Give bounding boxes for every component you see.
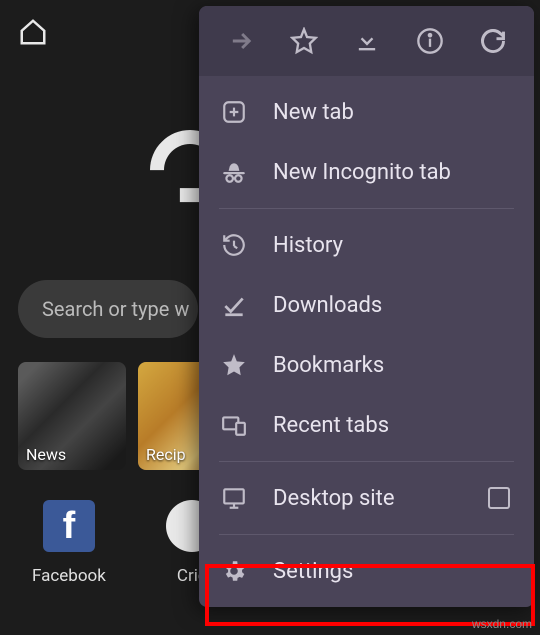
menu-item-recent-tabs[interactable]: Recent tabs — [199, 395, 534, 455]
plus-square-icon — [219, 97, 249, 127]
menu-toolbar — [199, 6, 534, 76]
menu-item-desktop-site[interactable]: Desktop site — [199, 468, 534, 528]
menu-item-label: New tab — [273, 100, 354, 125]
check-icon — [219, 290, 249, 320]
menu-item-new-tab[interactable]: New tab — [199, 82, 534, 142]
monitor-icon — [219, 483, 249, 513]
menu-item-bookmarks[interactable]: Bookmarks — [199, 335, 534, 395]
info-icon[interactable] — [414, 25, 446, 57]
star-icon[interactable] — [288, 25, 320, 57]
tile-label: Recip — [146, 445, 186, 464]
search-input[interactable]: Search or type w — [18, 280, 198, 338]
search-placeholder: Search or type w — [42, 297, 189, 321]
gear-icon — [219, 556, 249, 586]
tile-news[interactable]: News — [18, 362, 126, 470]
menu-divider — [219, 461, 514, 462]
menu-item-label: Bookmarks — [273, 353, 384, 378]
desktop-site-checkbox[interactable] — [488, 487, 510, 509]
menu-item-label: Downloads — [273, 293, 382, 318]
reload-icon[interactable] — [477, 25, 509, 57]
history-icon — [219, 230, 249, 260]
tile-label: News — [26, 445, 66, 464]
menu-item-label: History — [273, 233, 343, 258]
menu-item-label: Settings — [273, 559, 353, 584]
devices-icon — [219, 410, 249, 440]
menu-item-label: Desktop site — [273, 486, 395, 511]
forward-icon[interactable] — [225, 25, 257, 57]
shortcut-label: Facebook — [32, 566, 106, 586]
watermark: wsxdn.com — [472, 617, 532, 631]
home-icon[interactable] — [18, 17, 48, 51]
menu-body: New tab New Incognito tab History Downlo… — [199, 76, 534, 607]
download-icon[interactable] — [351, 25, 383, 57]
shortcut-facebook[interactable]: f Facebook — [32, 500, 106, 586]
menu-item-history[interactable]: History — [199, 215, 534, 275]
overflow-menu: New tab New Incognito tab History Downlo… — [199, 6, 534, 607]
menu-item-downloads[interactable]: Downloads — [199, 275, 534, 335]
shortcut-icons: f Facebook Cric — [32, 500, 218, 586]
facebook-icon: f — [43, 500, 95, 552]
menu-divider — [219, 208, 514, 209]
menu-item-new-incognito[interactable]: New Incognito tab — [199, 142, 534, 202]
star-filled-icon — [219, 350, 249, 380]
menu-divider — [219, 534, 514, 535]
menu-item-label: Recent tabs — [273, 413, 389, 438]
incognito-icon — [219, 157, 249, 187]
menu-item-label: New Incognito tab — [273, 160, 451, 185]
menu-item-settings[interactable]: Settings — [199, 541, 534, 601]
